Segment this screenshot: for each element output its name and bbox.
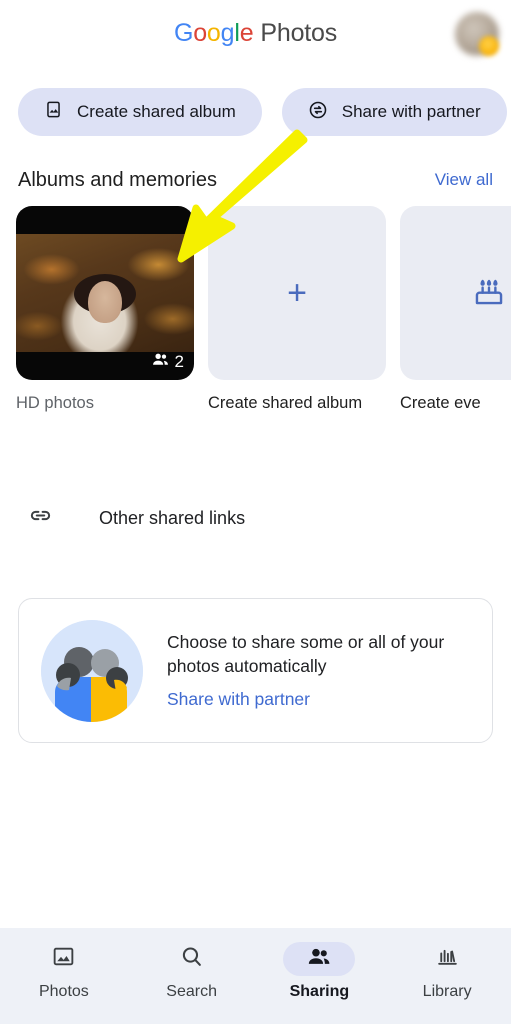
nav-item-photos[interactable]: Photos <box>0 942 128 1001</box>
google-photos-sharing-screen: Google Photos Create shared album Share … <box>0 0 511 1024</box>
shared-members-count: 2 <box>174 352 184 371</box>
promo-text-block: Choose to share some or all of your phot… <box>167 631 470 709</box>
nav-label-search: Search <box>166 983 217 1000</box>
app-header: Google Photos <box>0 0 511 66</box>
section-title: Albums and memories <box>18 168 217 191</box>
album-tile-label: HD photos <box>16 394 94 412</box>
quick-action-chip-row: Create shared album Share with partner <box>0 88 511 136</box>
plus-icon: + <box>287 274 307 312</box>
brand-title: Google Photos <box>174 19 337 48</box>
promo-title: Choose to share some or all of your phot… <box>167 632 445 676</box>
share-with-partner-chip[interactable]: Share with partner <box>281 88 507 136</box>
nav-pill-photos <box>28 942 100 976</box>
create-shared-album-chip[interactable]: Create shared album <box>18 88 262 136</box>
album-icon <box>44 100 63 124</box>
nav-pill-sharing <box>283 942 356 976</box>
nav-label-library: Library <box>422 983 472 1000</box>
nav-item-search[interactable]: Search <box>128 942 256 1001</box>
other-shared-links-label: Other shared links <box>99 507 246 528</box>
google-logo-letter-2: o <box>206 18 221 47</box>
nav-item-sharing[interactable]: Sharing <box>256 942 384 1001</box>
avatar-badge-icon <box>479 36 499 56</box>
bottom-navigation-bar: Photos Search Sharing Library <box>0 928 511 1024</box>
two-people-illustration-svg <box>41 619 143 722</box>
other-shared-links-row[interactable]: Other shared links <box>0 500 511 536</box>
people-icon <box>306 944 332 975</box>
partner-sharing-promo-card[interactable]: Choose to share some or all of your phot… <box>18 598 493 743</box>
create-event-tile-box[interactable] <box>400 206 511 380</box>
album-thumbnail[interactable]: 2 <box>16 206 194 380</box>
album-tile-create-event[interactable]: Create eve <box>400 206 511 446</box>
create-shared-album-chip-label: Create shared album <box>77 102 236 121</box>
album-photo-image <box>16 234 194 352</box>
google-logo-letter-0: G <box>173 18 194 47</box>
google-logo: Google <box>173 18 254 48</box>
shared-members-badge: 2 <box>151 350 184 374</box>
search-icon <box>179 944 204 974</box>
create-shared-album-tile-box[interactable]: + <box>208 206 386 380</box>
albums-carousel[interactable]: 2 HD photos + Create shared album Create… <box>0 206 511 446</box>
library-icon <box>435 944 460 974</box>
two-people-illustration <box>41 619 143 722</box>
nav-label-sharing: Sharing <box>289 983 350 1000</box>
partner-share-icon <box>308 100 328 125</box>
product-name: Photos <box>260 18 338 47</box>
google-logo-letter-3: g <box>220 18 235 47</box>
albums-section-header: Albums and memories View all <box>0 165 511 195</box>
cake-icon <box>472 274 506 313</box>
nav-pill-search <box>156 942 228 976</box>
album-tile-create-shared-album[interactable]: + Create shared album <box>208 206 386 446</box>
album-tile-hd-photos[interactable]: 2 HD photos <box>16 206 194 446</box>
share-with-partner-chip-label: Share with partner <box>341 102 481 121</box>
album-tile-label: Create eve <box>400 394 481 412</box>
link-icon <box>28 503 53 533</box>
google-logo-letter-5: e <box>239 18 254 47</box>
view-all-link[interactable]: View all <box>435 170 493 190</box>
people-icon <box>151 350 170 374</box>
photo-icon <box>51 944 76 974</box>
promo-share-with-partner-link[interactable]: Share with partner <box>167 689 470 710</box>
google-logo-letter-1: o <box>193 18 207 47</box>
nav-item-library[interactable]: Library <box>383 942 511 1001</box>
photo-subject-face <box>88 281 122 324</box>
nav-label-photos: Photos <box>38 983 89 1000</box>
album-tile-label: Create shared album <box>208 394 363 412</box>
nav-pill-library <box>411 942 483 976</box>
